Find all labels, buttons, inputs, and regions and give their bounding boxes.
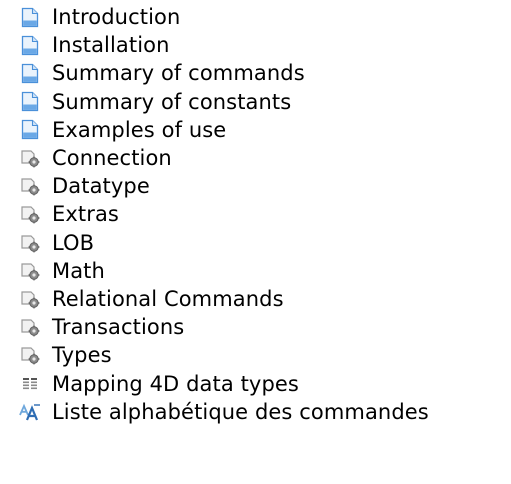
toc-item-label: Liste alphabétique des commandes: [52, 399, 429, 424]
command-theme-icon: [19, 260, 41, 282]
toc-item-label: Introduction: [52, 5, 181, 30]
toc-list: Introduction Installation Summary of com…: [0, 3, 429, 426]
table-icon: [19, 373, 41, 395]
toc-item-mapping-4d-data-types[interactable]: Mapping 4D data types: [0, 369, 429, 397]
toc-item-connection[interactable]: Connection: [0, 144, 429, 172]
toc-item-label: Summary of constants: [52, 89, 292, 114]
toc-item-label: Datatype: [52, 174, 150, 199]
page-icon: [19, 119, 41, 141]
toc-item-introduction[interactable]: Introduction: [0, 3, 429, 31]
page-icon: [19, 62, 41, 84]
command-theme-icon: [19, 316, 41, 338]
toc-item-label: Types: [52, 343, 112, 368]
toc-item-math[interactable]: Math: [0, 257, 429, 285]
toc-item-liste-alphabetique[interactable]: Liste alphabétique des commandes: [0, 398, 429, 426]
command-theme-icon: [19, 232, 41, 254]
toc-item-lob[interactable]: LOB: [0, 229, 429, 257]
command-theme-icon: [19, 344, 41, 366]
toc-item-types[interactable]: Types: [0, 341, 429, 369]
toc-item-installation[interactable]: Installation: [0, 31, 429, 59]
toc-item-transactions[interactable]: Transactions: [0, 313, 429, 341]
toc-item-label: Summary of commands: [52, 61, 305, 86]
toc-item-label: Installation: [52, 33, 170, 58]
toc-item-examples-of-use[interactable]: Examples of use: [0, 116, 429, 144]
alphabetical-icon: [19, 401, 41, 423]
command-theme-icon: [19, 147, 41, 169]
toc-item-label: LOB: [52, 230, 95, 255]
toc-item-label: Transactions: [52, 315, 185, 340]
toc-item-datatype[interactable]: Datatype: [0, 172, 429, 200]
toc-item-summary-of-constants[interactable]: Summary of constants: [0, 88, 429, 116]
page-icon: [19, 91, 41, 113]
toc-item-label: Connection: [52, 146, 172, 171]
command-theme-icon: [19, 175, 41, 197]
toc-item-label: Examples of use: [52, 117, 227, 142]
toc-item-label: Math: [52, 258, 105, 283]
toc-item-extras[interactable]: Extras: [0, 200, 429, 228]
toc-item-label: Extras: [52, 202, 119, 227]
page-icon: [19, 6, 41, 28]
command-theme-icon: [19, 288, 41, 310]
page-icon: [19, 34, 41, 56]
toc-item-summary-of-commands[interactable]: Summary of commands: [0, 59, 429, 87]
toc-item-label: Relational Commands: [52, 286, 284, 311]
toc-item-relational-commands[interactable]: Relational Commands: [0, 285, 429, 313]
command-theme-icon: [19, 203, 41, 225]
toc-item-label: Mapping 4D data types: [52, 371, 299, 396]
